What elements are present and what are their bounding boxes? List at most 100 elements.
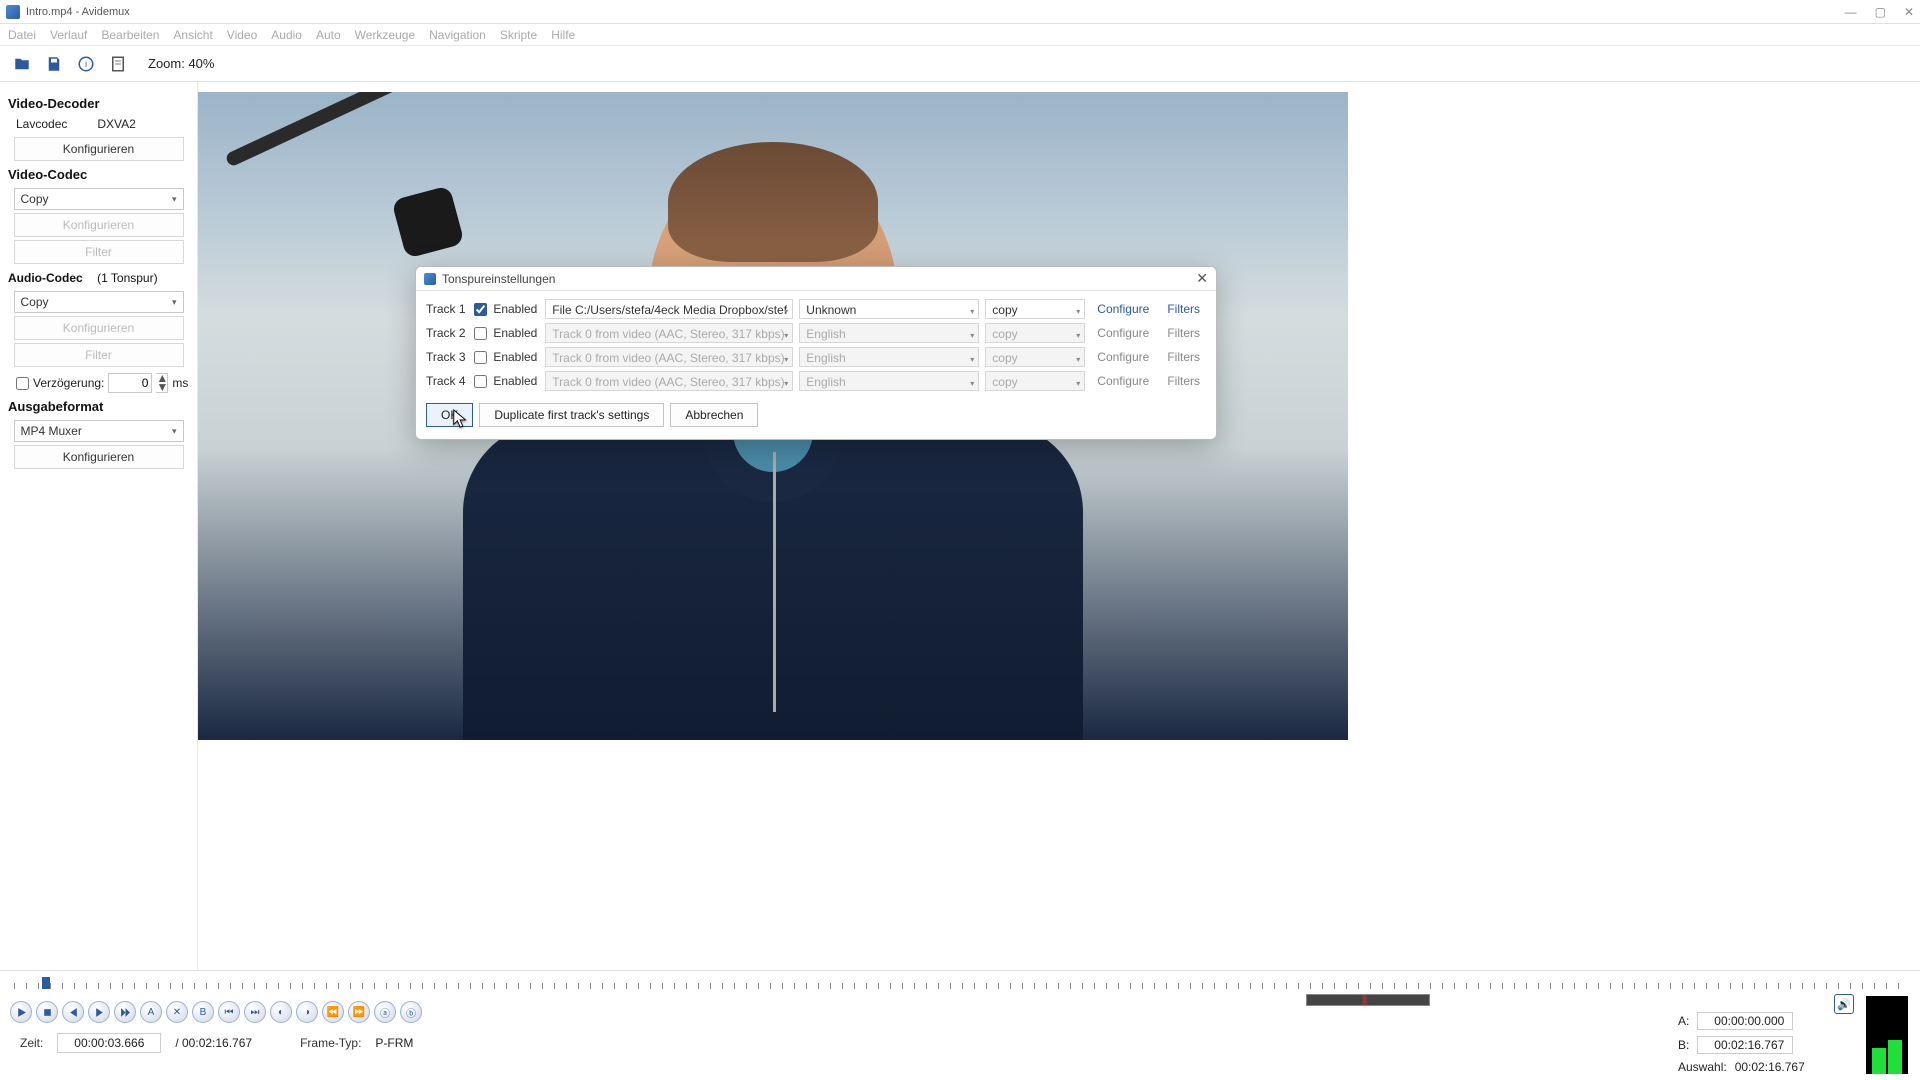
track-filters-button[interactable]: Filters (1161, 326, 1206, 340)
track-codec-select[interactable]: copy▾ (985, 371, 1085, 391)
video-codec-select[interactable]: Copy▾ (14, 188, 184, 210)
chevron-down-icon: ▾ (1076, 352, 1080, 367)
delete-icon[interactable]: ✕ (166, 1001, 188, 1023)
track-label: Track 1 (426, 302, 468, 316)
menu-bearbeiten[interactable]: Bearbeiten (101, 28, 159, 42)
track-codec-select[interactable]: copy▾ (985, 299, 1085, 319)
output-format-value: MP4 Muxer (21, 424, 82, 438)
chevron-down-icon: ▾ (172, 194, 177, 205)
menu-video[interactable]: Video (227, 28, 257, 42)
video-codec-filter-button[interactable]: Filter (14, 240, 184, 264)
track-language-select[interactable]: Unknown▾ (799, 299, 979, 319)
menu-skripte[interactable]: Skripte (500, 28, 537, 42)
decoder-lavcodec: Lavcodec (16, 117, 67, 131)
menu-hilfe[interactable]: Hilfe (551, 28, 575, 42)
chevron-down-icon: ▾ (1076, 376, 1080, 391)
person-decor (423, 152, 1123, 740)
video-codec-title: Video-Codec (8, 167, 191, 182)
delay-spinner[interactable]: ▲▼ (156, 373, 168, 393)
track-row: Track 2EnabledTrack 0 from video (AAC, S… (426, 321, 1206, 345)
audio-codec-value: Copy (21, 295, 49, 309)
menu-navigation[interactable]: Navigation (429, 28, 486, 42)
goto-end-icon[interactable]: ⏩ (348, 1001, 370, 1023)
track-codec-select[interactable]: copy▾ (985, 323, 1085, 343)
audio-codec-configure-button[interactable]: Konfigurieren (14, 316, 184, 340)
track-language-select[interactable]: English▾ (799, 347, 979, 367)
goto-start-icon[interactable]: ⏪ (322, 1001, 344, 1023)
delay-input[interactable] (108, 373, 152, 393)
track-filters-button[interactable]: Filters (1161, 350, 1206, 364)
decoder-configure-button[interactable]: Konfigurieren (14, 137, 184, 161)
track-enabled-checkbox[interactable] (474, 303, 487, 316)
set-b-marker-icon[interactable]: B (192, 1001, 214, 1023)
menu-ansicht[interactable]: Ansicht (173, 28, 212, 42)
chevron-down-icon: ▾ (970, 304, 974, 319)
audio-codec-select[interactable]: Copy▾ (14, 291, 184, 313)
next-frame-icon[interactable] (88, 1001, 110, 1023)
chevron-down-icon: ▾ (784, 352, 788, 367)
calculator-icon[interactable] (106, 52, 130, 76)
menu-verlauf[interactable]: Verlauf (50, 28, 87, 42)
chevron-down-icon: ▾ (172, 426, 177, 437)
time-label: Zeit: (20, 1036, 43, 1050)
maximize-icon[interactable]: ▢ (1875, 5, 1886, 19)
prev-keyframe-icon[interactable]: ⏮ (218, 1001, 240, 1023)
track-configure-button[interactable]: Configure (1091, 374, 1155, 388)
track-configure-button[interactable]: Configure (1091, 350, 1155, 364)
delay-checkbox[interactable] (16, 377, 29, 390)
audio-codec-title: Audio-Codec (1 Tonspur) (8, 270, 191, 285)
track-filters-button[interactable]: Filters (1161, 374, 1206, 388)
play-icon[interactable] (10, 1001, 32, 1023)
minimize-icon[interactable]: — (1845, 5, 1857, 19)
track-enabled-checkbox[interactable] (474, 375, 487, 388)
zoom-label: Zoom: 40% (148, 56, 214, 71)
a-label: A: (1678, 1014, 1689, 1028)
time-current[interactable]: 00:00:03.666 (57, 1033, 161, 1053)
open-file-icon[interactable] (10, 52, 34, 76)
next-keyframe-icon[interactable]: ⏭ (244, 1001, 266, 1023)
track-language-select[interactable]: English▾ (799, 323, 979, 343)
track-source-select[interactable]: Track 0 from video (AAC, Stereo, 317 kbp… (545, 347, 793, 367)
track-source-select[interactable]: File C:/Users/stefa/4eck Media Dropbox/s… (545, 299, 793, 319)
track-label: Track 3 (426, 350, 468, 364)
output-format-select[interactable]: MP4 Muxer ▾ (14, 420, 184, 442)
stop-icon[interactable] (36, 1001, 58, 1023)
menu-auto[interactable]: Auto (316, 28, 341, 42)
timeline-marker[interactable] (42, 977, 50, 989)
timeline[interactable] (0, 971, 1920, 995)
track-configure-button[interactable]: Configure (1091, 302, 1155, 316)
track-codec-select[interactable]: copy▾ (985, 347, 1085, 367)
video-codec-configure-button[interactable]: Konfigurieren (14, 213, 184, 237)
toolbar: i Zoom: 40% (0, 46, 1920, 82)
track-enabled-checkbox[interactable] (474, 351, 487, 364)
menu-datei[interactable]: Datei (8, 28, 36, 42)
menu-werkzeuge[interactable]: Werkzeuge (355, 28, 415, 42)
set-a-marker-icon[interactable]: A (140, 1001, 162, 1023)
track-label: Track 2 (426, 326, 468, 340)
output-configure-button[interactable]: Konfigurieren (14, 445, 184, 469)
track-language-select[interactable]: English▾ (799, 371, 979, 391)
next-black-icon[interactable]: ◑ (296, 1001, 318, 1023)
info-icon[interactable]: i (74, 52, 98, 76)
track-configure-button[interactable]: Configure (1091, 326, 1155, 340)
close-icon[interactable]: ✕ (1904, 5, 1914, 19)
dialog-close-icon[interactable]: ✕ (1196, 270, 1208, 287)
cancel-button[interactable]: Abbrechen (670, 403, 758, 427)
audio-codec-filter-button[interactable]: Filter (14, 343, 184, 367)
save-file-icon[interactable] (42, 52, 66, 76)
enabled-label: Enabled (493, 350, 539, 364)
goto-a-icon[interactable]: ⓐ (374, 1001, 396, 1023)
ok-button[interactable]: OK (426, 403, 473, 427)
prev-black-icon[interactable]: ◐ (270, 1001, 292, 1023)
fast-forward-icon[interactable] (114, 1001, 136, 1023)
track-source-select[interactable]: Track 0 from video (AAC, Stereo, 317 kbp… (545, 371, 793, 391)
goto-b-icon[interactable]: ⓑ (400, 1001, 422, 1023)
menu-audio[interactable]: Audio (271, 28, 302, 42)
track-source-select[interactable]: Track 0 from video (AAC, Stereo, 317 kbp… (545, 323, 793, 343)
delay-unit: ms (172, 376, 188, 390)
track-enabled-checkbox[interactable] (474, 327, 487, 340)
duplicate-settings-button[interactable]: Duplicate first track's settings (479, 403, 664, 427)
prev-frame-icon[interactable] (62, 1001, 84, 1023)
track-filters-button[interactable]: Filters (1161, 302, 1206, 316)
vu-meter-vertical (1866, 996, 1908, 1074)
